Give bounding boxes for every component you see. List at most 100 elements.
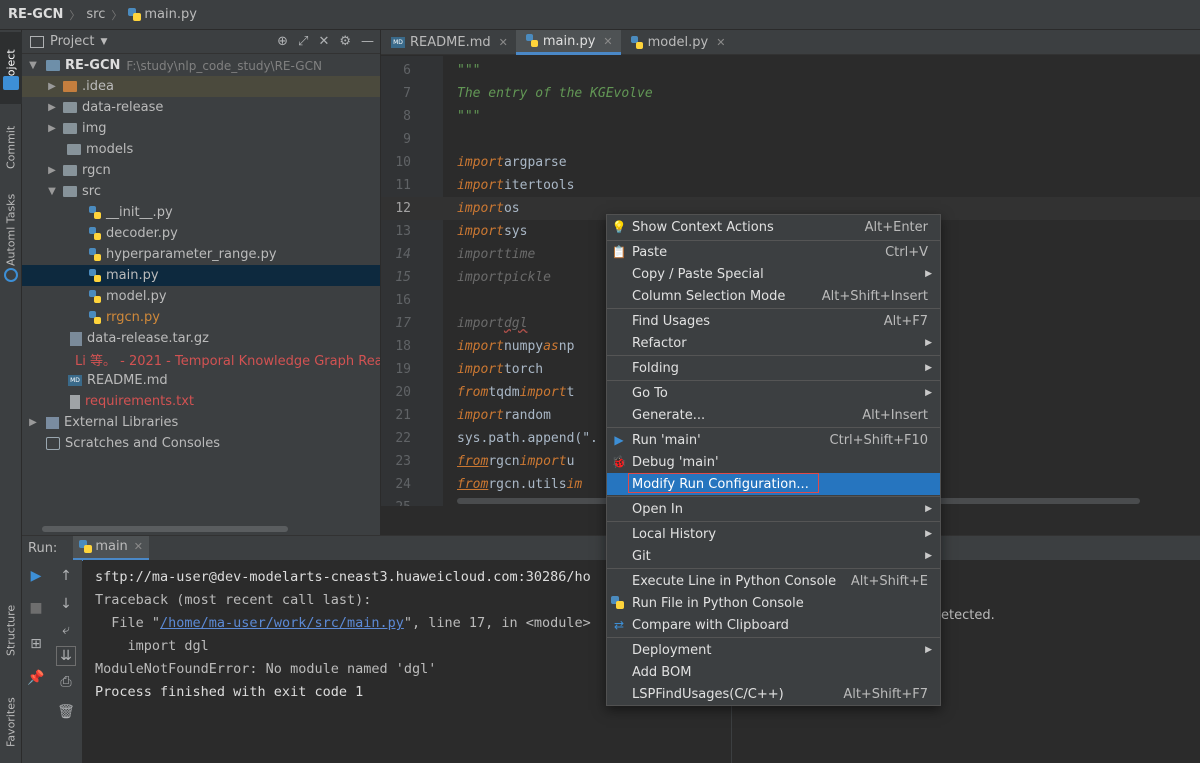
print-icon[interactable]: ⎙ (56, 672, 76, 692)
menu-item-add-bom[interactable]: Add BOM (607, 661, 940, 683)
tree-item-models[interactable]: models (22, 139, 380, 160)
locate-icon[interactable]: ⊕ (277, 34, 288, 49)
menu-item-lsp-find-usages[interactable]: LSPFindUsages(C/C++) Alt+Shift+F7 (607, 683, 940, 705)
scroll-to-end-icon[interactable]: ⇊ (56, 646, 76, 666)
chevron-right-icon[interactable]: ▶ (45, 165, 59, 176)
code-line[interactable]: 8 """ (381, 105, 1200, 128)
menu-item-open-in[interactable]: Open In ▶ (607, 498, 940, 520)
code-line[interactable]: 10 import argparse (381, 151, 1200, 174)
menu-item-label: Go To (632, 385, 668, 401)
gear-icon[interactable]: ⚙ (339, 34, 351, 49)
rerun-icon[interactable]: ▶ (26, 566, 46, 586)
chevron-down-icon[interactable]: ▼ (100, 37, 107, 47)
tree-item-rgcn[interactable]: ▶ rgcn (22, 160, 380, 181)
console-file-link[interactable]: /home/ma-user/work/src/main.py (160, 615, 404, 631)
code-line[interactable]: 6 """ (381, 59, 1200, 82)
tree-item-img[interactable]: ▶ img (22, 118, 380, 139)
menu-item-debug-main[interactable]: 🐞 Debug 'main' (607, 451, 940, 473)
menu-item-deployment[interactable]: Deployment ▶ (607, 639, 940, 661)
chevron-right-icon[interactable]: ▶ (45, 81, 59, 92)
tree-item-external-libraries[interactable]: ▶ External Libraries (22, 412, 380, 433)
python-file-icon (89, 226, 101, 241)
tab-model-py[interactable]: model.py ✕ (621, 30, 734, 55)
tree-item-requirements-txt[interactable]: requirements.txt (22, 391, 380, 412)
menu-item-execute-line-in-python-console[interactable]: Execute Line in Python Console Alt+Shift… (607, 570, 940, 592)
tree-item-data-release-tar-gz[interactable]: data-release.tar.gz (22, 328, 380, 349)
code-line[interactable]: 11 import itertools (381, 174, 1200, 197)
automl-icon[interactable] (4, 268, 18, 282)
chevron-right-icon[interactable]: ▶ (26, 417, 40, 428)
menu-item-git[interactable]: Git ▶ (607, 545, 940, 567)
tree-item-decoder-py[interactable]: decoder.py (22, 223, 380, 244)
menu-item-compare-with-clipboard[interactable]: ⇄ Compare with Clipboard (607, 614, 940, 636)
chevron-right-icon[interactable]: ▶ (45, 102, 59, 113)
line-number: 17 (395, 316, 411, 331)
breadcrumb-project[interactable]: RE-GCN (8, 7, 63, 22)
tree-item-model-py[interactable]: model.py (22, 286, 380, 307)
tab-main-py[interactable]: main.py ✕ (515, 30, 621, 55)
hide-icon[interactable]: — (361, 34, 374, 49)
code-text: np (558, 339, 575, 354)
tree-item-label: data-release.tar.gz (87, 331, 209, 346)
tree-item-pdf[interactable]: Li 等。 - 2021 - Temporal Knowledge Graph … (22, 349, 380, 370)
tree-root-row[interactable]: ▼ RE-GCN F:\study\nlp_code_study\RE-GCN (22, 55, 380, 76)
run-tab-main[interactable]: main ✕ (73, 535, 150, 561)
tool-tab-structure[interactable]: Structure (0, 590, 22, 670)
tree-item-rrgcn-py[interactable]: rrgcn.py (22, 307, 380, 328)
chevron-down-icon[interactable]: ▼ (26, 60, 40, 71)
tree-item-data-release[interactable]: ▶ data-release (22, 97, 380, 118)
menu-item-generate[interactable]: Generate... Alt+Insert (607, 404, 940, 426)
trash-icon[interactable]: 🗑 (56, 702, 76, 722)
menu-item-paste[interactable]: 📋 Paste Ctrl+V (607, 241, 940, 263)
menu-item-refactor[interactable]: Refactor ▶ (607, 332, 940, 354)
menu-item-shortcut: Alt+Enter (864, 219, 928, 235)
tree-item-main-py[interactable]: main.py (22, 265, 380, 286)
tree-item-hyperparameter-range-py[interactable]: hyperparameter_range.py (22, 244, 380, 265)
stop-icon[interactable]: ■ (26, 598, 46, 618)
breadcrumb-file[interactable]: main.py (144, 7, 197, 22)
menu-item-go-to[interactable]: Go To ▶ (607, 382, 940, 404)
scroll-down-icon[interactable]: ↓ (56, 594, 76, 614)
code-line[interactable]: 7 The entry of the KGEvolve (381, 82, 1200, 105)
close-icon[interactable]: ✕ (603, 35, 612, 48)
scroll-up-icon[interactable]: ↑ (56, 566, 76, 586)
line-number: 24 (395, 477, 411, 492)
close-icon[interactable]: ✕ (499, 36, 508, 49)
tree-item-idea[interactable]: ▶ .idea (22, 76, 380, 97)
tree-item-scratches[interactable]: Scratches and Consoles (22, 433, 380, 454)
code-text: os (503, 201, 520, 216)
soft-wrap-icon[interactable]: ⤶ (56, 620, 76, 640)
chevron-down-icon[interactable]: ▼ (45, 186, 59, 197)
close-icon[interactable]: ✕ (716, 36, 725, 49)
menu-item-run-file-in-python-console[interactable]: Run File in Python Console (607, 592, 940, 614)
menu-item-run-main[interactable]: ▶ Run 'main' Ctrl+Shift+F10 (607, 429, 940, 451)
project-panel-title[interactable]: Project (50, 34, 94, 49)
menu-item-folding[interactable]: Folding ▶ (607, 357, 940, 379)
pin-icon[interactable]: 📌 (26, 668, 46, 688)
code-line[interactable]: 9 (381, 128, 1200, 151)
text-file-icon (70, 394, 80, 409)
tab-readme-md[interactable]: MD README.md ✕ (381, 30, 516, 55)
expand-all-icon[interactable]: ⤢ (298, 34, 308, 49)
menu-item-show-context-actions[interactable]: 💡 Show Context Actions Alt+Enter (607, 216, 940, 238)
tree-item-init-py[interactable]: __init__.py (22, 202, 380, 223)
chevron-right-icon[interactable]: ▶ (45, 123, 59, 134)
close-icon[interactable]: ✕ (134, 540, 143, 553)
folder-icon (63, 186, 77, 197)
menu-item-find-usages[interactable]: Find Usages Alt+F7 (607, 310, 940, 332)
tool-tab-automl[interactable]: Automl Tasks (0, 190, 22, 270)
menu-item-modify-run-configuration[interactable]: Modify Run Configuration... (607, 473, 940, 495)
menu-item-copy-paste-special[interactable]: Copy / Paste Special ▶ (607, 263, 940, 285)
python-file-icon (89, 205, 101, 220)
tool-tab-project[interactable]: Project (0, 32, 22, 104)
horizontal-scrollbar[interactable] (42, 526, 288, 532)
tool-tab-commit[interactable]: Commit (0, 112, 22, 182)
tree-item-readme-md[interactable]: MD README.md (22, 370, 380, 391)
collapse-all-icon[interactable]: ✕ (318, 34, 329, 49)
breadcrumb-folder[interactable]: src (86, 7, 105, 22)
menu-item-column-selection-mode[interactable]: Column Selection Mode Alt+Shift+Insert (607, 285, 940, 307)
layout-icon[interactable]: ⊞ (26, 634, 46, 654)
tree-item-src[interactable]: ▼ src (22, 181, 380, 202)
menu-item-local-history[interactable]: Local History ▶ (607, 523, 940, 545)
tool-tab-favorites[interactable]: Favorites (0, 685, 22, 760)
